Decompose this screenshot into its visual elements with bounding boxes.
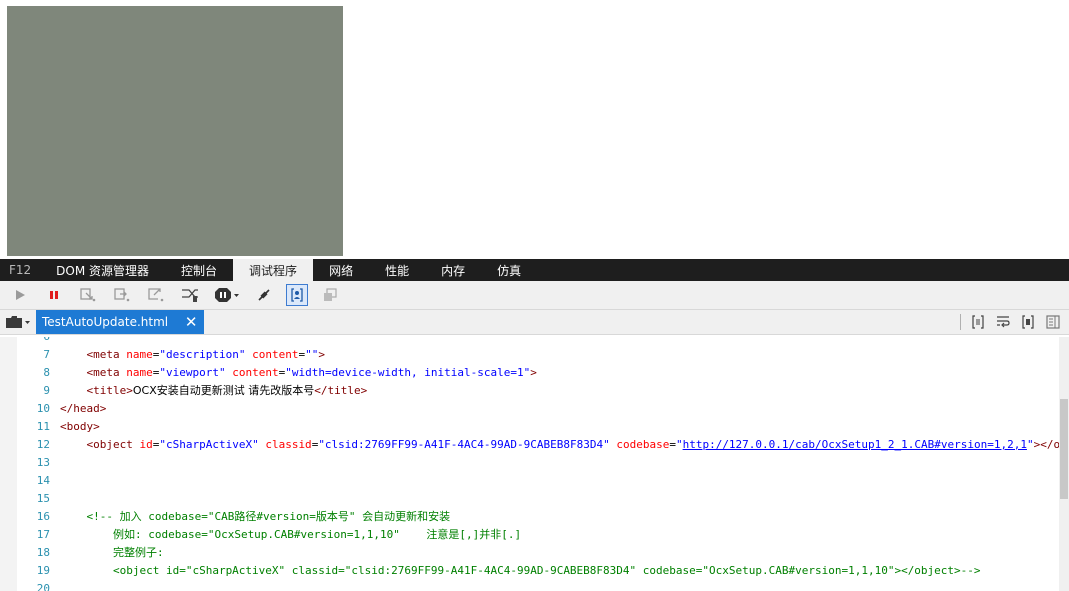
tab-emulation[interactable]: 仿真 bbox=[481, 259, 537, 281]
file-tab-label: TestAutoUpdate.html bbox=[42, 315, 169, 329]
line-number: 17 bbox=[36, 528, 50, 541]
line-number: 12 bbox=[36, 438, 50, 451]
step-over-icon[interactable] bbox=[110, 284, 134, 306]
code-line: 12 <object id="cSharpActiveX" classid="c… bbox=[0, 436, 1069, 454]
line-number: 16 bbox=[36, 510, 50, 523]
line-number: 13 bbox=[36, 456, 50, 469]
tab-debugger[interactable]: 调试程序 bbox=[233, 259, 314, 281]
line-number: 9 bbox=[43, 384, 50, 397]
line-number: 8 bbox=[43, 366, 50, 379]
code-comment: 完整例子: bbox=[60, 546, 164, 559]
code-line: 18 完整例子: bbox=[0, 544, 1069, 562]
code-lines: 6 7 <meta name="description" content="">… bbox=[0, 337, 1069, 591]
code-line: 11 <body> bbox=[0, 418, 1069, 436]
codebase-link[interactable]: http://127.0.0.1/cab/OcxSetup1_2_1.CAB#v… bbox=[683, 438, 1027, 451]
file-tab-bar: TestAutoUpdate.html ✕ bbox=[0, 310, 1069, 335]
continue-icon[interactable] bbox=[8, 284, 32, 306]
file-tab-testautoupdate[interactable]: TestAutoUpdate.html ✕ bbox=[36, 310, 205, 334]
just-my-code-icon[interactable] bbox=[286, 284, 308, 306]
code-comment: 例如: codebase="OcxSetup.CAB#version=1,1,1… bbox=[60, 528, 522, 541]
code-line: 14 bbox=[0, 472, 1069, 490]
activex-object-placeholder bbox=[7, 6, 343, 256]
line-number: 11 bbox=[36, 420, 50, 433]
devtools-tab-bar: F12 DOM 资源管理器 控制台 调试程序 网络 性能 内存 仿真 bbox=[0, 259, 1069, 281]
vertical-scrollbar[interactable] bbox=[1059, 337, 1069, 591]
break-icon[interactable] bbox=[42, 284, 66, 306]
breakpoint-list-icon[interactable] bbox=[318, 284, 342, 306]
pretty-print-icon[interactable] bbox=[969, 313, 987, 331]
line-number: 20 bbox=[36, 582, 50, 591]
tab-network[interactable]: 网络 bbox=[313, 259, 369, 281]
disconnect-debugger-icon[interactable] bbox=[252, 284, 276, 306]
step-into-icon[interactable] bbox=[76, 284, 100, 306]
editor-right-tools bbox=[960, 310, 1069, 334]
tab-memory[interactable]: 内存 bbox=[425, 259, 481, 281]
code-line: 8 <meta name="viewport" content="width=d… bbox=[0, 364, 1069, 382]
code-line: 16 <!-- 加入 codebase="CAB路径#version=版本号" … bbox=[0, 508, 1069, 526]
scrollbar-thumb[interactable] bbox=[1060, 399, 1068, 499]
close-icon[interactable]: ✕ bbox=[182, 313, 200, 331]
code-line: 10 </head> bbox=[0, 400, 1069, 418]
word-wrap-icon[interactable] bbox=[994, 313, 1012, 331]
tab-performance[interactable]: 性能 bbox=[369, 259, 425, 281]
source-maps-icon[interactable] bbox=[1019, 313, 1037, 331]
code-line: 13 bbox=[0, 454, 1069, 472]
code-line: 7 <meta name="description" content=""> bbox=[0, 346, 1069, 364]
line-number: 6 bbox=[0, 337, 60, 346]
line-number: 15 bbox=[36, 492, 50, 505]
title-text: OCX安装自动更新测试 请先改版本号 bbox=[132, 384, 315, 397]
exception-behavior-icon[interactable] bbox=[212, 284, 242, 306]
line-number: 14 bbox=[36, 474, 50, 487]
code-line: 6 bbox=[0, 337, 1069, 346]
pane-toggle-icon[interactable] bbox=[1044, 313, 1062, 331]
code-comment: <!-- 加入 codebase="CAB路径#version=版本号" 会自动… bbox=[60, 510, 451, 523]
code-line: 20 bbox=[0, 580, 1069, 591]
line-number: 7 bbox=[43, 348, 50, 361]
code-line: 19 <object id="cSharpActiveX" classid="c… bbox=[0, 562, 1069, 580]
code-line: 17 例如: codebase="OcxSetup.CAB#version=1,… bbox=[0, 526, 1069, 544]
code-line: 9 <title>OCX安装自动更新测试 请先改版本号</title> bbox=[0, 382, 1069, 400]
debugger-toolbar bbox=[0, 281, 1069, 310]
code-line: 15 bbox=[0, 490, 1069, 508]
tab-console[interactable]: 控制台 bbox=[165, 259, 233, 281]
break-on-new-worker-icon[interactable] bbox=[178, 284, 202, 306]
f12-label: F12 bbox=[9, 263, 32, 277]
code-comment: <object id="cSharpActiveX" classid="clsi… bbox=[60, 564, 981, 577]
step-out-icon[interactable] bbox=[144, 284, 168, 306]
tab-dom-explorer[interactable]: DOM 资源管理器 bbox=[40, 259, 165, 281]
line-number: 18 bbox=[36, 546, 50, 559]
line-number: 10 bbox=[36, 402, 50, 415]
toolbar-separator bbox=[960, 314, 961, 330]
f12-devtools-panel: F12 DOM 资源管理器 控制台 调试程序 网络 性能 内存 仿真 TestA… bbox=[0, 259, 1069, 591]
line-number: 19 bbox=[36, 564, 50, 577]
source-code-editor[interactable]: 6 7 <meta name="description" content="">… bbox=[0, 337, 1069, 591]
open-document-folder-icon[interactable] bbox=[0, 310, 36, 334]
